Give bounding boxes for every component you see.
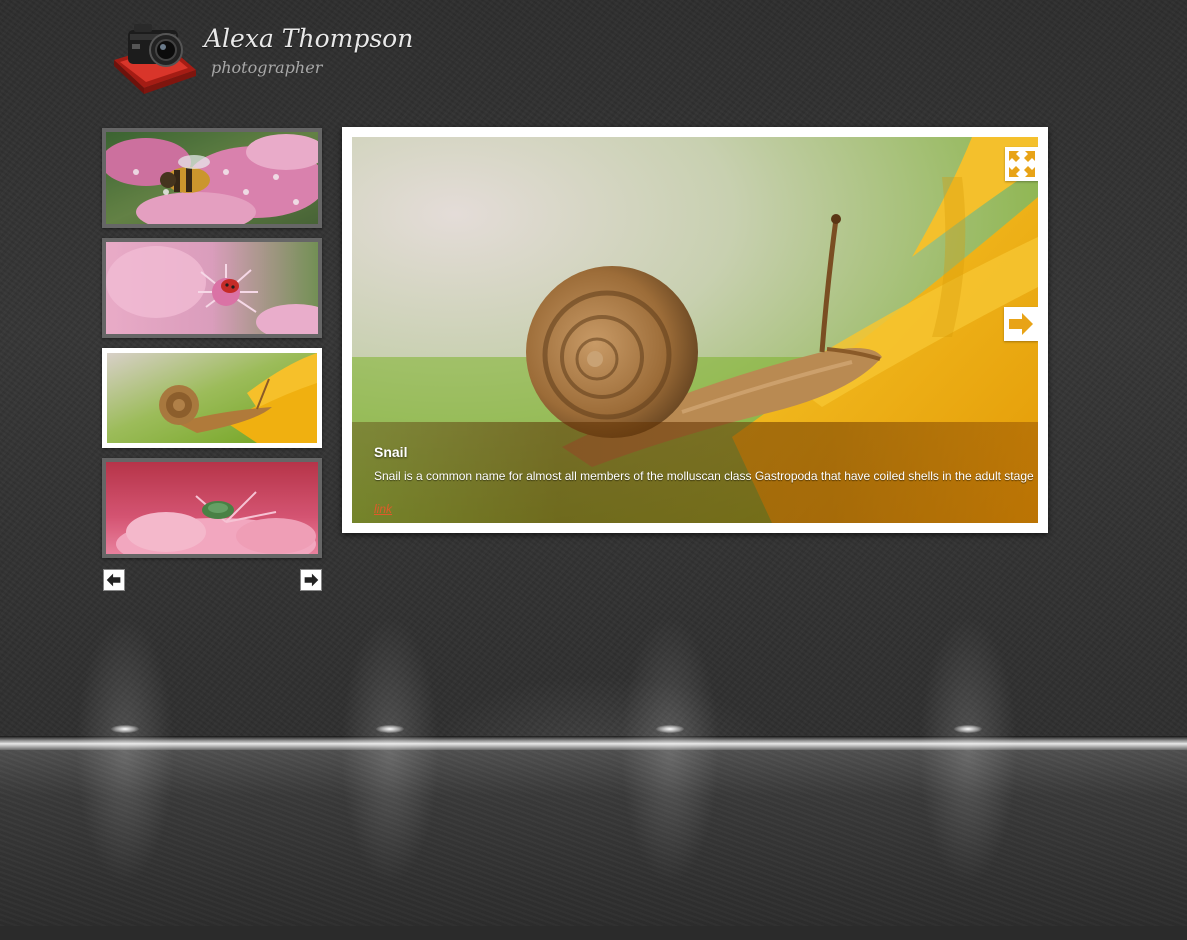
ladybug-photo [106, 242, 318, 334]
light-beam [590, 560, 750, 940]
thumbs-next-button[interactable] [300, 569, 322, 591]
light-beam [888, 560, 1048, 940]
spotlight [376, 725, 404, 733]
slideshow-viewer: Snail Snail is a common name for almost … [342, 127, 1048, 533]
slide-next-button[interactable] [1004, 307, 1038, 341]
arrow-left-icon [106, 573, 121, 587]
thumbnail-snail[interactable] [102, 348, 322, 448]
thumbnail-bee[interactable] [102, 128, 322, 228]
thumbs-prev-button[interactable] [103, 569, 125, 591]
thumbnail-beetle[interactable] [102, 458, 322, 558]
slide-caption: Snail Snail is a common name for almost … [352, 422, 1038, 523]
site-logo[interactable]: Alexa Thompson photographer [110, 18, 413, 102]
thumbnail-ladybug[interactable] [102, 238, 322, 338]
slide-stage: Snail Snail is a common name for almost … [352, 137, 1038, 523]
light-beam [45, 560, 205, 940]
spotlight [656, 725, 684, 733]
light-beam [310, 560, 470, 940]
slide-description: Snail is a common name for almost all me… [374, 469, 1034, 483]
spotlight [111, 725, 139, 733]
bee-photo [106, 132, 318, 224]
brand-name: Alexa Thompson [204, 24, 414, 53]
camera-logo-icon [114, 24, 196, 94]
spotlight [954, 725, 982, 733]
fullscreen-icon [1009, 151, 1035, 177]
brand-tagline: photographer [211, 58, 323, 77]
slide-title: Snail [374, 444, 408, 460]
arrow-right-icon [1009, 313, 1033, 335]
slide-link[interactable]: link [374, 502, 392, 516]
beetle-photo [106, 462, 318, 554]
snail-photo [107, 353, 317, 443]
arrow-right-icon [304, 573, 319, 587]
fullscreen-button[interactable] [1005, 147, 1038, 181]
